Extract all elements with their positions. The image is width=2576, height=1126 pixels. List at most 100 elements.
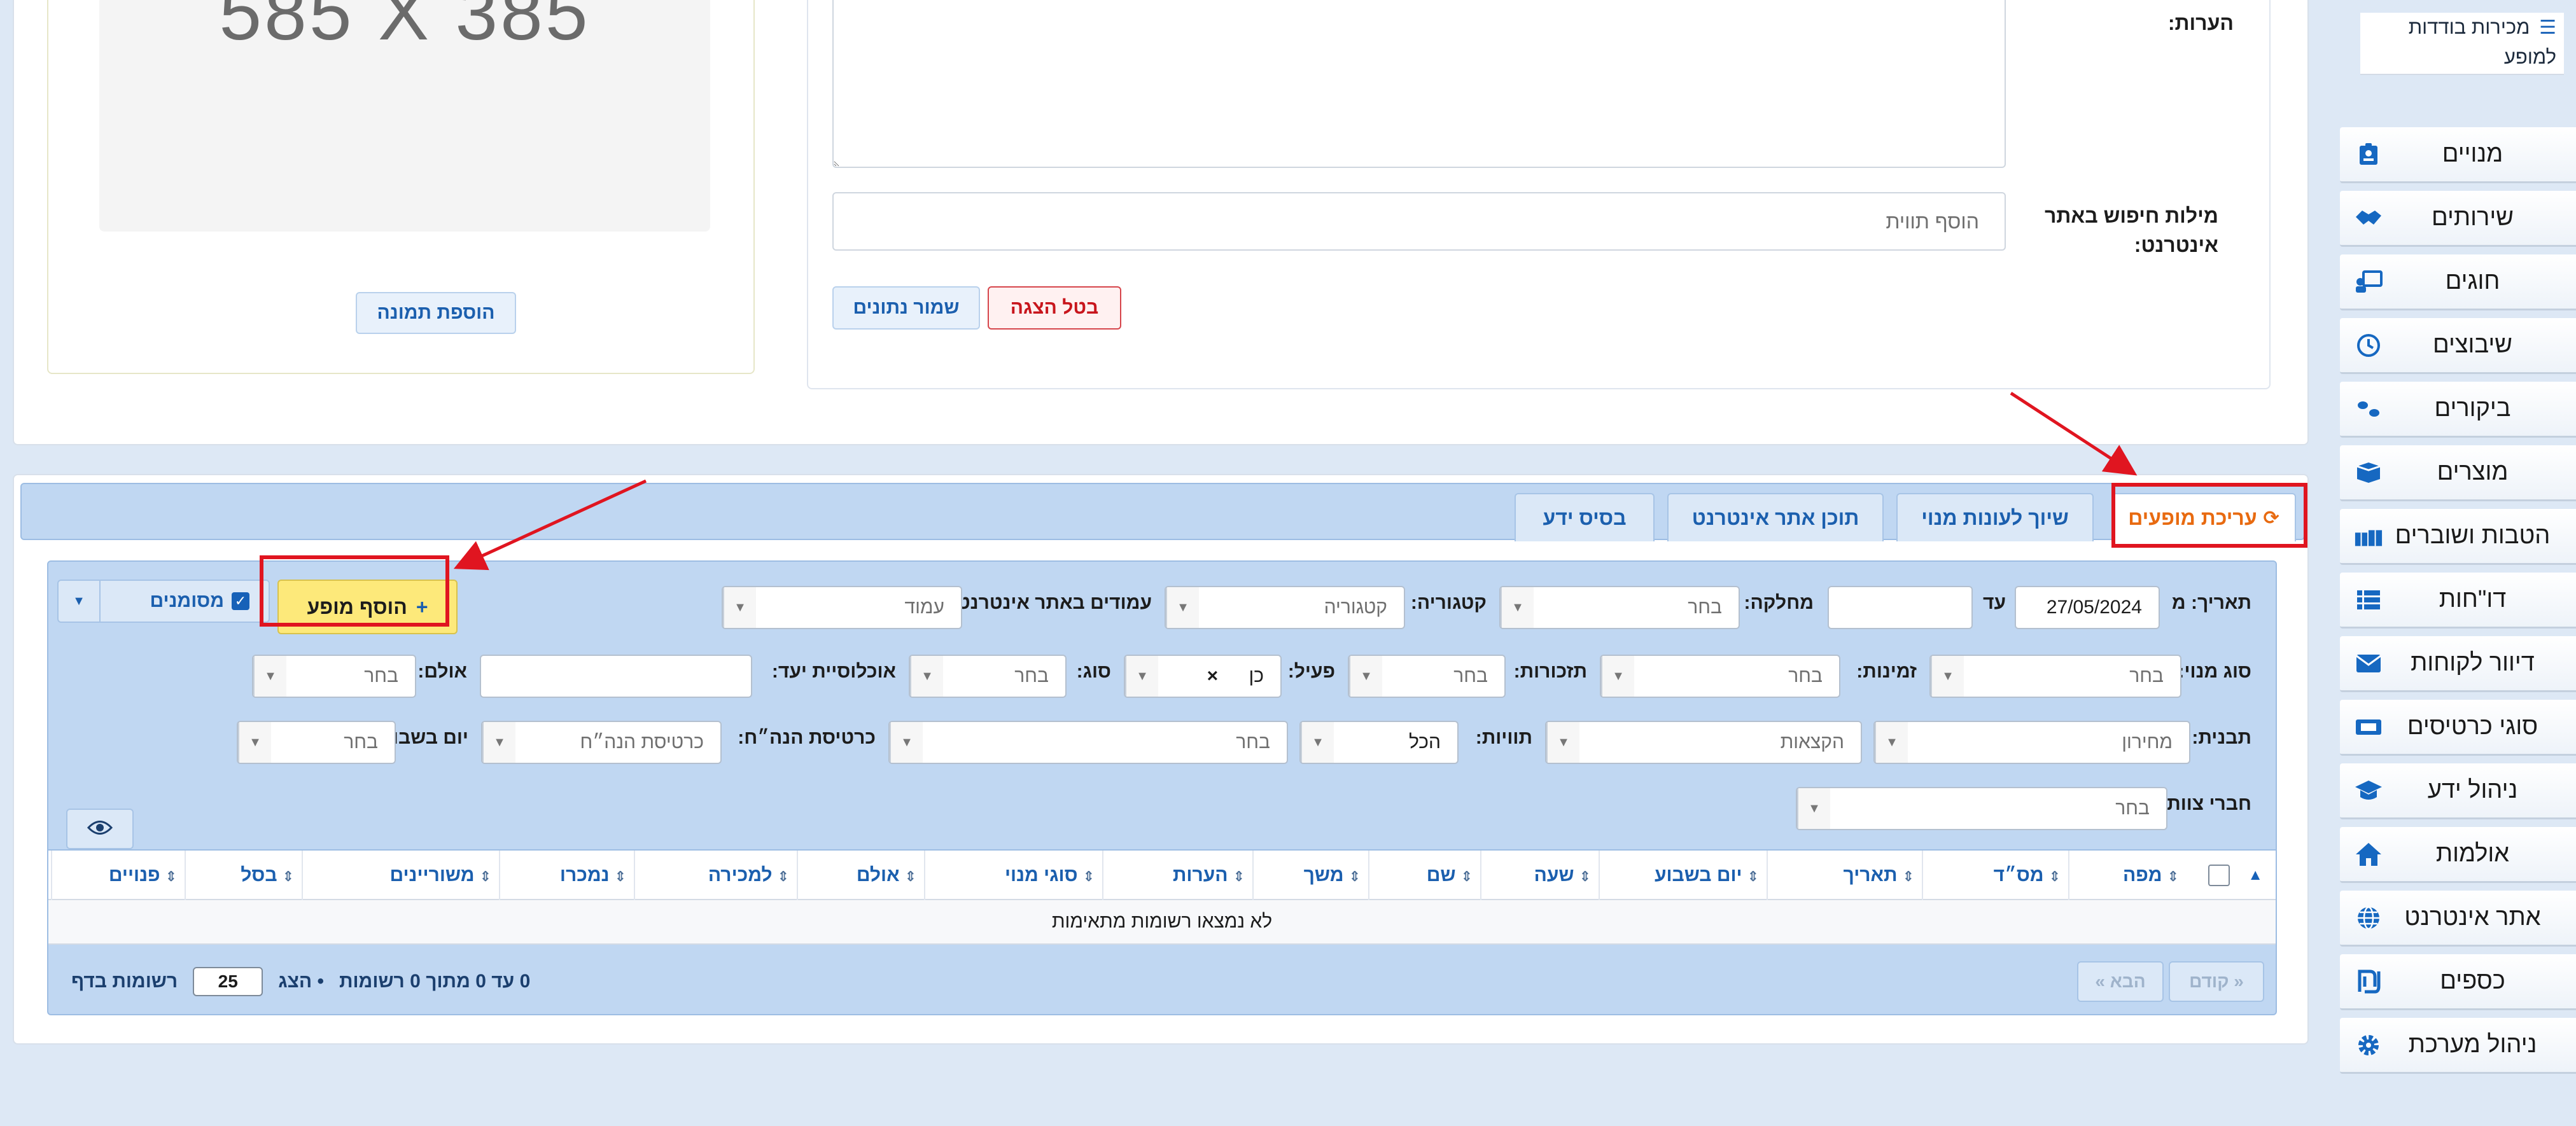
sidebar-item-subscriptions[interactable]: מנויים bbox=[2340, 127, 2576, 183]
availability-select[interactable]: בחר ▼ bbox=[1600, 655, 1840, 698]
sort-up-icon[interactable]: ▲ bbox=[2248, 851, 2263, 900]
reminders-select[interactable]: בחר ▼ bbox=[1348, 655, 1506, 698]
active-label: פעיל: bbox=[1287, 661, 1335, 682]
chevron-down-icon: ▼ bbox=[1301, 722, 1334, 763]
highlight-edit-shows-tab bbox=[2111, 483, 2307, 548]
next-page-button[interactable]: הבא » bbox=[2077, 961, 2164, 1002]
sidebar-item-knowledge[interactable]: ניהול ידע bbox=[2340, 763, 2576, 819]
column-header-label: תאריך bbox=[1843, 865, 1898, 886]
column-header-label: מפה bbox=[2122, 865, 2162, 886]
web-page-select[interactable]: עמוד ▼ bbox=[722, 586, 962, 629]
category-select[interactable]: קטגוריה ▼ bbox=[1165, 586, 1405, 629]
date-to-input[interactable] bbox=[1828, 586, 1973, 629]
select-value: בחר bbox=[1688, 597, 1722, 618]
footprints-icon bbox=[2354, 394, 2383, 424]
chevron-down-icon: ▼ bbox=[1601, 656, 1634, 697]
sub-type-select[interactable]: בחר ▼ bbox=[1929, 655, 2181, 698]
column-header[interactable]: ⇕אולם bbox=[797, 851, 924, 900]
page-size-select[interactable]: 25 bbox=[193, 967, 263, 996]
column-header[interactable]: ⇕שם bbox=[1368, 851, 1480, 900]
sort-icon: ⇕ bbox=[1579, 868, 1591, 884]
caret-down-icon[interactable]: ▼ bbox=[59, 581, 101, 622]
sidebar-item-mailing[interactable]: דיוור לקוחות bbox=[2340, 636, 2576, 692]
sidebar-item-finance[interactable]: כספים bbox=[2340, 954, 2576, 1010]
tags-extra-select[interactable]: בחר ▼ bbox=[888, 721, 1288, 764]
accounting-card-select[interactable]: כרטיסת הנה״ח ▼ bbox=[481, 721, 722, 764]
column-header-label: סוגי מנוי bbox=[1004, 865, 1078, 886]
tab-subscription-seasons[interactable]: שיוך לעונות מנוי bbox=[1896, 493, 2094, 541]
cancel-show-button[interactable]: בטל הצגה bbox=[988, 286, 1121, 330]
sidebar-item-label: ניהול מערכת bbox=[2408, 1031, 2537, 1058]
column-header[interactable]: ⇕למכירה bbox=[634, 851, 797, 900]
column-header[interactable]: ⇕משך bbox=[1252, 851, 1368, 900]
tab-website-content[interactable]: תוכן אתר אינטרנט bbox=[1667, 493, 1884, 541]
select-value: בחר bbox=[1236, 732, 1270, 753]
save-button[interactable]: שמור נתונים bbox=[832, 286, 980, 330]
notes-textarea[interactable] bbox=[832, 0, 2006, 168]
accounting-card-label: כרטיסת הנה״ח: bbox=[738, 727, 876, 748]
weekday-select[interactable]: בחר ▼ bbox=[237, 721, 396, 764]
column-header[interactable]: ⇕ פנויים bbox=[51, 851, 185, 900]
sidebar-item-label: חוגים bbox=[2445, 268, 2500, 295]
sidebar-item-reports[interactable]: דו"חות bbox=[2340, 573, 2576, 629]
globe-icon bbox=[2354, 903, 2383, 933]
department-select[interactable]: בחר ▼ bbox=[1499, 586, 1740, 629]
select-value: כן bbox=[1249, 665, 1264, 686]
select-value: בחר bbox=[2129, 665, 2164, 686]
records-per-page-label: רשומות בדף bbox=[71, 971, 178, 992]
tags-filter-select[interactable]: הכל ▼ bbox=[1299, 721, 1459, 764]
column-header[interactable]: ⇕ הערות bbox=[1102, 851, 1252, 900]
column-header[interactable]: ⇕ מפה bbox=[2068, 851, 2187, 900]
column-header[interactable]: ⇕משוריינים bbox=[302, 851, 499, 900]
target-audience-input[interactable] bbox=[480, 655, 752, 698]
column-header-label: הערות bbox=[1172, 865, 1228, 886]
sidebar-subitem-single-sales[interactable]: ☰ מכירות בודדות למופע bbox=[2360, 13, 2564, 75]
type-select[interactable]: בחר ▼ bbox=[909, 655, 1067, 698]
date-from-input[interactable]: 27/05/2024 bbox=[2015, 586, 2160, 629]
tags-filter-label: תוויות: bbox=[1475, 727, 1532, 748]
sort-icon: ⇕ bbox=[165, 868, 177, 884]
hall-select[interactable]: בחר ▼ bbox=[252, 655, 416, 698]
column-header-label: נמכרו bbox=[559, 865, 610, 886]
sidebar-item-products[interactable]: מוצרים bbox=[2340, 445, 2576, 501]
sort-icon: ⇕ bbox=[1233, 868, 1245, 884]
sort-icon: ⇕ bbox=[282, 868, 294, 884]
chevron-down-icon: ▼ bbox=[1349, 656, 1382, 697]
toggle-columns-button[interactable] bbox=[66, 809, 134, 849]
add-image-button[interactable]: הוספת תמונה bbox=[356, 292, 516, 334]
sidebar-item-website[interactable]: אתר אינטרנט bbox=[2340, 891, 2576, 947]
sort-icon: ⇕ bbox=[1902, 868, 1914, 884]
clear-icon[interactable]: × bbox=[1207, 665, 1219, 686]
tab-knowledge-base[interactable]: בסיס ידע bbox=[1515, 493, 1655, 541]
sidebar-item-ticket-types[interactable]: סוגי כרטיסים bbox=[2340, 700, 2576, 756]
sidebar-item-classes[interactable]: חוגים bbox=[2340, 254, 2576, 310]
column-header[interactable]: ⇕ בסל bbox=[185, 851, 302, 900]
sidebar-item-system[interactable]: ניהול מערכת bbox=[2340, 1018, 2576, 1074]
shekel-icon bbox=[2354, 967, 2383, 996]
allocations-select[interactable]: הקצאות ▼ bbox=[1545, 721, 1862, 764]
select-all-checkbox[interactable] bbox=[2208, 865, 2230, 886]
sidebar-item-benefits[interactable]: הטבות ושוברים bbox=[2340, 509, 2576, 565]
active-select[interactable]: כן × ▼ bbox=[1124, 655, 1282, 698]
marked-actions-button[interactable]: ✓ מסומנים ▼ bbox=[57, 580, 270, 623]
image-box: 585 X 385 הוספת תמונה bbox=[47, 0, 755, 374]
column-header[interactable]: ⇕ שעה bbox=[1480, 851, 1599, 900]
sidebar-item-placements[interactable]: שיבוצים bbox=[2340, 318, 2576, 374]
column-header[interactable]: ⇕נמכרו bbox=[499, 851, 634, 900]
chevron-down-icon: ▼ bbox=[482, 722, 515, 763]
column-header[interactable]: ⇕תאריך bbox=[1767, 851, 1922, 900]
staff-select[interactable]: בחר ▼ bbox=[1796, 787, 2167, 830]
sidebar-item-halls[interactable]: אולמות bbox=[2340, 827, 2576, 883]
tags-input[interactable]: הוסף תווית bbox=[832, 192, 2006, 251]
price-list-select[interactable]: מחירון ▼ bbox=[1873, 721, 2190, 764]
column-header[interactable]: ⇕ יום בשבוע bbox=[1599, 851, 1767, 900]
sort-icon: ⇕ bbox=[1082, 868, 1095, 884]
sidebar-item-visits[interactable]: ביקורים bbox=[2340, 382, 2576, 438]
select-value: כרטיסת הנה״ח bbox=[580, 732, 704, 753]
sidebar-item-services[interactable]: שירותים bbox=[2340, 191, 2576, 247]
column-header[interactable]: ⇕מס״ד bbox=[1922, 851, 2068, 900]
date-to-label: עד bbox=[1982, 592, 2006, 613]
chevron-down-icon: ▼ bbox=[890, 722, 923, 763]
prev-page-button[interactable]: « קודם bbox=[2169, 961, 2264, 1002]
column-header[interactable]: ⇕סוגי מנוי bbox=[924, 851, 1102, 900]
